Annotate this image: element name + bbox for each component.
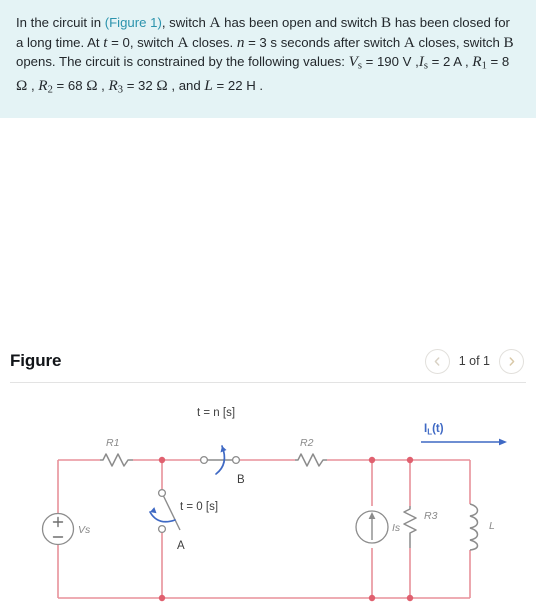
text-fragment: , and <box>167 77 205 93</box>
circuit-svg: Vs R1 R2 t = n [s] B t = 0 [s] A Is R3 L… <box>41 407 507 602</box>
symbol-switch-a: A <box>177 33 189 51</box>
resistor-r2: R2 <box>295 437 327 467</box>
label-il-tail: (t) <box>432 423 444 435</box>
text-fragment: opens. The circuit is constrained by the… <box>16 54 349 69</box>
label-r1: R1 <box>106 437 119 449</box>
symbol-switch-b: B <box>381 14 392 31</box>
symbol-l: L <box>204 76 213 94</box>
symbol-switch-a: A <box>209 14 221 31</box>
ohm-symbol: Ω <box>156 76 168 94</box>
symbol-r1: R <box>472 53 482 70</box>
text-fragment: = 0, switch <box>107 34 178 50</box>
node-dot-bottom-is <box>368 594 376 602</box>
ohm-symbol: Ω <box>86 76 98 94</box>
node-dot-bottom-left <box>158 594 166 602</box>
figure-header: Figure 1 of 1 <box>0 340 536 382</box>
label-switch-a-time: t = 0 [s] <box>180 501 218 513</box>
switch-b[interactable]: t = n [s] B <box>197 407 245 486</box>
node-dot-top-is <box>368 456 376 464</box>
voltage-source-vs: Vs <box>41 512 91 546</box>
resistor-r1-zigzag <box>100 453 133 467</box>
problem-statement-text: In the circuit in (Figure 1), switch A h… <box>16 13 520 100</box>
label-vs: Vs <box>78 524 91 536</box>
figure-page-indicator: 1 of 1 <box>458 354 490 368</box>
value-r1: = 8 <box>486 54 510 69</box>
value-vs: = 190 V <box>361 54 412 69</box>
value-r3: = 32 <box>123 77 157 93</box>
text-fragment: has been open and switch <box>220 15 382 30</box>
label-switch-b-time: t = n [s] <box>197 407 235 419</box>
text-fragment: seconds after switch <box>277 34 404 50</box>
label-r3: R3 <box>424 510 438 522</box>
node-dot-bottom-r3 <box>406 594 414 602</box>
resistor-r3-zigzag <box>403 506 417 548</box>
switch-a[interactable]: t = 0 [s] A <box>149 488 218 552</box>
text-fragment: closes, switch <box>414 34 504 50</box>
current-annotation-il: IL(t) <box>421 423 507 446</box>
switch-a-blade <box>162 495 181 531</box>
problem-statement-panel: In the circuit in (Figure 1), switch A h… <box>0 0 536 118</box>
resistor-r2-zigzag <box>295 453 327 467</box>
circuit-diagram: Vs R1 R2 t = n [s] B t = 0 [s] A Is R3 L… <box>0 402 536 608</box>
text-fragment: . <box>255 77 264 93</box>
label-l: L <box>489 520 495 532</box>
circuit-wires <box>57 459 471 599</box>
resistor-r1: R1 <box>100 437 133 467</box>
inductor-l: L <box>469 503 495 551</box>
symbol-switch-b: B <box>503 33 514 51</box>
figure-divider <box>10 382 526 383</box>
inductor-coil <box>469 503 479 551</box>
text-fragment: , <box>27 77 39 93</box>
label-is: Is <box>392 522 401 534</box>
text-fragment: , <box>97 77 109 93</box>
text-fragment: , <box>461 54 473 69</box>
value-is: = 2 A <box>427 54 462 69</box>
label-switch-a: A <box>177 540 185 552</box>
switch-a-terminal-top <box>157 488 167 498</box>
previous-figure-button[interactable] <box>424 348 450 374</box>
node-dot-top-r3 <box>406 456 414 464</box>
chevron-right-icon <box>506 356 517 367</box>
text-fragment: In the circuit in <box>16 15 105 30</box>
switch-b-terminal-right <box>231 455 241 465</box>
node-dot-top-left <box>158 456 166 464</box>
value-l: = 22 H <box>212 77 256 93</box>
symbol-vs: V <box>348 53 358 70</box>
label-r2: R2 <box>300 437 314 449</box>
switch-a-terminal-bottom <box>157 524 167 534</box>
figure-title: Figure <box>10 351 62 370</box>
text-fragment: closes. <box>188 34 237 50</box>
symbol-switch-a: A <box>403 33 415 51</box>
figure-pager: 1 of 1 <box>424 348 524 374</box>
text-fragment: , switch <box>161 15 210 30</box>
next-figure-button[interactable] <box>499 348 524 374</box>
value-r2: = 68 <box>52 77 87 93</box>
label-il: IL(t) <box>424 423 444 437</box>
switch-b-terminal-left <box>199 455 209 465</box>
il-arrowhead <box>499 438 507 446</box>
text-fragment: = 3 s <box>244 34 278 50</box>
figure-1-link[interactable]: (Figure 1) <box>105 15 162 30</box>
figure-section: Figure 1 of 1 <box>0 340 536 383</box>
current-source-is: Is <box>355 510 401 544</box>
symbol-r3: R <box>108 76 118 94</box>
symbol-r2: R <box>38 76 48 94</box>
text-fragment: , <box>411 54 419 69</box>
resistor-r3: R3 <box>403 506 438 548</box>
ohm-symbol: Ω <box>16 76 28 94</box>
label-switch-b: B <box>237 474 245 486</box>
chevron-left-icon <box>432 356 443 367</box>
